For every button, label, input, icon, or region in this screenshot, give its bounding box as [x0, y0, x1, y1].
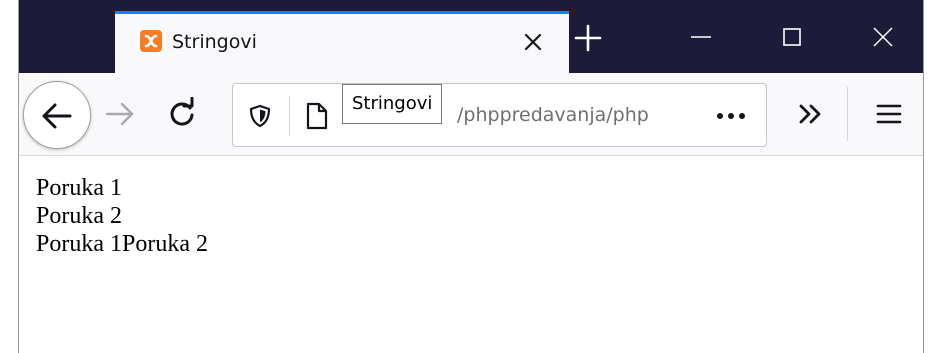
tracking-protection-shield-icon[interactable]	[248, 104, 272, 128]
content-line: Poruka 1Poruka 2	[36, 231, 208, 257]
toolbar-divider	[847, 87, 848, 141]
toolbar-overflow-chevron-icon[interactable]	[794, 97, 828, 131]
tab-close-icon[interactable]	[519, 28, 547, 56]
navigation-toolbar: /phppredavanja/php	[19, 73, 923, 156]
tab-tooltip: Stringovi	[342, 84, 443, 124]
page-actions-more-icon[interactable]	[711, 102, 751, 130]
minimize-icon[interactable]	[686, 22, 716, 52]
right-window-edge	[923, 0, 938, 353]
back-arrow-icon[interactable]	[23, 81, 91, 149]
close-window-icon[interactable]	[868, 22, 898, 52]
maximize-icon[interactable]	[777, 22, 807, 52]
left-window-edge	[0, 0, 19, 353]
new-tab-plus-icon[interactable]	[568, 18, 608, 58]
url-text[interactable]: /phppredavanja/php	[457, 103, 701, 127]
titlebar: Stringovi	[19, 0, 923, 73]
page-info-icon[interactable]	[305, 102, 329, 130]
hamburger-menu-icon[interactable]	[872, 97, 906, 131]
page-content: Poruka 1 Poruka 2 Poruka 1Poruka 2	[36, 174, 208, 258]
xampp-icon	[140, 30, 162, 52]
tab-stringovi[interactable]: Stringovi	[115, 11, 569, 73]
tab-title: Stringovi	[172, 31, 257, 53]
address-bar[interactable]: /phppredavanja/php	[232, 83, 767, 147]
forward-arrow-icon[interactable]	[103, 97, 137, 131]
content-line: Poruka 2	[36, 203, 122, 229]
reload-icon[interactable]	[165, 96, 199, 131]
address-bar-divider	[289, 96, 290, 136]
browser-window: Stringovi /phppredavanja/php Stringovi P…	[0, 0, 938, 353]
content-line: Poruka 1	[36, 175, 122, 201]
